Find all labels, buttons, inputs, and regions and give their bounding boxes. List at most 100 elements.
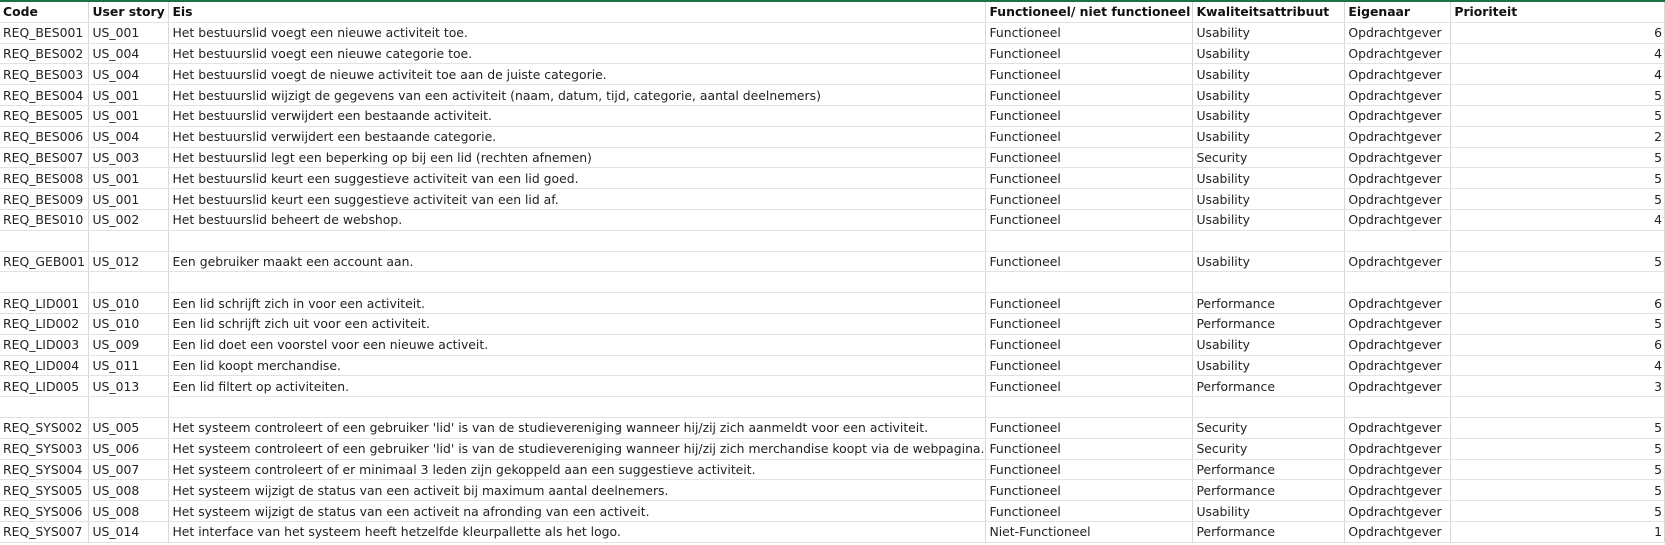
cell-eis[interactable]: Een lid schrijft zich uit voor een activ… bbox=[168, 313, 987, 335]
cell-kwaliteitsattribuut[interactable]: Performance bbox=[1192, 521, 1346, 543]
cell-user-story[interactable]: US_002 bbox=[88, 209, 170, 231]
cell-user-story[interactable]: US_010 bbox=[88, 292, 170, 314]
header-user-story[interactable]: User story bbox=[88, 2, 170, 23]
cell-eis[interactable]: Het systeem controleert of er minimaal 3… bbox=[168, 459, 987, 481]
cell-eis[interactable]: Een lid doet een voorstel voor een nieuw… bbox=[168, 334, 987, 356]
cell-functioneel[interactable]: Functioneel bbox=[985, 438, 1194, 460]
cell-functioneel[interactable]: Functioneel bbox=[985, 500, 1194, 522]
cell-user-story[interactable]: US_004 bbox=[88, 63, 170, 86]
cell-eis[interactable]: Een lid koopt merchandise. bbox=[168, 355, 987, 377]
cell-functioneel[interactable]: Functioneel bbox=[985, 292, 1194, 314]
cell-functioneel[interactable] bbox=[985, 230, 1194, 252]
cell-functioneel[interactable]: Functioneel bbox=[985, 417, 1194, 439]
cell-functioneel[interactable]: Functioneel bbox=[985, 105, 1194, 127]
cell-kwaliteitsattribuut[interactable]: Usability bbox=[1192, 126, 1346, 148]
cell-code[interactable]: REQ_SYS006 bbox=[0, 500, 90, 522]
cell-code[interactable]: REQ_BES008 bbox=[0, 167, 90, 190]
cell-code[interactable] bbox=[0, 396, 90, 418]
cell-user-story[interactable]: US_008 bbox=[88, 479, 170, 502]
cell-eigenaar[interactable]: Opdrachtgever bbox=[1344, 292, 1452, 314]
cell-eigenaar[interactable] bbox=[1344, 230, 1452, 252]
cell-prioriteit[interactable]: 4 bbox=[1450, 63, 1665, 86]
cell-functioneel[interactable]: Functioneel bbox=[985, 147, 1194, 169]
cell-user-story[interactable]: US_014 bbox=[88, 521, 170, 543]
cell-eigenaar[interactable]: Opdrachtgever bbox=[1344, 251, 1452, 273]
cell-kwaliteitsattribuut[interactable]: Usability bbox=[1192, 63, 1346, 86]
cell-eigenaar[interactable]: Opdrachtgever bbox=[1344, 521, 1452, 543]
cell-kwaliteitsattribuut[interactable]: Security bbox=[1192, 417, 1346, 439]
cell-kwaliteitsattribuut[interactable]: Performance bbox=[1192, 375, 1346, 398]
cell-eigenaar[interactable]: Opdrachtgever bbox=[1344, 22, 1452, 44]
cell-eigenaar[interactable]: Opdrachtgever bbox=[1344, 375, 1452, 398]
cell-functioneel[interactable]: Functioneel bbox=[985, 479, 1194, 502]
cell-eis[interactable]: Het bestuurslid legt een beperking op bi… bbox=[168, 147, 987, 169]
cell-code[interactable] bbox=[0, 230, 90, 252]
cell-user-story[interactable]: US_007 bbox=[88, 459, 170, 481]
cell-kwaliteitsattribuut[interactable]: Usability bbox=[1192, 105, 1346, 127]
cell-user-story[interactable]: US_012 bbox=[88, 251, 170, 273]
cell-eis[interactable]: Het bestuurslid verwijdert een bestaande… bbox=[168, 105, 987, 127]
cell-functioneel[interactable]: Functioneel bbox=[985, 334, 1194, 356]
cell-functioneel[interactable]: Functioneel bbox=[985, 63, 1194, 86]
cell-code[interactable]: REQ_BES003 bbox=[0, 63, 90, 86]
cell-functioneel[interactable] bbox=[985, 271, 1194, 294]
cell-functioneel[interactable]: Functioneel bbox=[985, 209, 1194, 231]
cell-kwaliteitsattribuut[interactable] bbox=[1192, 230, 1346, 252]
cell-user-story[interactable]: US_011 bbox=[88, 355, 170, 377]
cell-user-story[interactable]: US_001 bbox=[88, 188, 170, 210]
cell-eigenaar[interactable]: Opdrachtgever bbox=[1344, 459, 1452, 481]
cell-eis[interactable]: Het systeem controleert of een gebruiker… bbox=[168, 438, 987, 460]
cell-functioneel[interactable]: Functioneel bbox=[985, 188, 1194, 210]
cell-kwaliteitsattribuut[interactable] bbox=[1192, 396, 1346, 418]
cell-code[interactable]: REQ_SYS005 bbox=[0, 479, 90, 502]
cell-eigenaar[interactable] bbox=[1344, 396, 1452, 418]
cell-eigenaar[interactable]: Opdrachtgever bbox=[1344, 209, 1452, 231]
cell-user-story[interactable]: US_001 bbox=[88, 105, 170, 127]
cell-prioriteit[interactable]: 5 bbox=[1450, 167, 1665, 190]
cell-eis[interactable]: Het systeem wijzigt de status van een ac… bbox=[168, 479, 987, 502]
cell-prioriteit[interactable] bbox=[1450, 230, 1665, 252]
cell-code[interactable]: REQ_BES002 bbox=[0, 43, 90, 65]
cell-eis[interactable]: Het bestuurslid voegt een nieuwe categor… bbox=[168, 43, 987, 65]
cell-code[interactable]: REQ_LID001 bbox=[0, 292, 90, 314]
cell-eigenaar[interactable]: Opdrachtgever bbox=[1344, 188, 1452, 210]
cell-eigenaar[interactable]: Opdrachtgever bbox=[1344, 126, 1452, 148]
cell-code[interactable] bbox=[0, 271, 90, 294]
cell-code[interactable]: REQ_GEB001 bbox=[0, 251, 90, 273]
header-eis[interactable]: Eis bbox=[168, 2, 987, 23]
cell-code[interactable]: REQ_BES010 bbox=[0, 209, 90, 231]
cell-prioriteit[interactable]: 2 bbox=[1450, 126, 1665, 148]
cell-user-story[interactable]: US_008 bbox=[88, 500, 170, 522]
cell-eigenaar[interactable]: Opdrachtgever bbox=[1344, 500, 1452, 522]
cell-user-story[interactable]: US_013 bbox=[88, 375, 170, 398]
cell-kwaliteitsattribuut[interactable]: Performance bbox=[1192, 479, 1346, 502]
cell-prioriteit[interactable]: 4 bbox=[1450, 355, 1665, 377]
header-functioneel[interactable]: Functioneel/ niet functioneel bbox=[985, 2, 1194, 23]
cell-eis[interactable]: Het bestuurslid keurt een suggestieve ac… bbox=[168, 188, 987, 210]
cell-eigenaar[interactable]: Opdrachtgever bbox=[1344, 438, 1452, 460]
cell-kwaliteitsattribuut[interactable]: Usability bbox=[1192, 167, 1346, 190]
cell-user-story[interactable]: US_006 bbox=[88, 438, 170, 460]
cell-prioriteit[interactable]: 6 bbox=[1450, 292, 1665, 314]
cell-kwaliteitsattribuut[interactable]: Security bbox=[1192, 438, 1346, 460]
cell-eis[interactable]: Het systeem controleert of een gebruiker… bbox=[168, 417, 987, 439]
cell-kwaliteitsattribuut[interactable]: Performance bbox=[1192, 313, 1346, 335]
cell-eigenaar[interactable]: Opdrachtgever bbox=[1344, 105, 1452, 127]
cell-prioriteit[interactable]: 5 bbox=[1450, 500, 1665, 522]
cell-prioriteit[interactable]: 6 bbox=[1450, 334, 1665, 356]
cell-code[interactable]: REQ_LID005 bbox=[0, 375, 90, 398]
cell-kwaliteitsattribuut[interactable]: Usability bbox=[1192, 334, 1346, 356]
cell-code[interactable]: REQ_BES009 bbox=[0, 188, 90, 210]
cell-prioriteit[interactable]: 5 bbox=[1450, 459, 1665, 481]
cell-code[interactable]: REQ_BES005 bbox=[0, 105, 90, 127]
cell-functioneel[interactable]: Functioneel bbox=[985, 22, 1194, 44]
cell-kwaliteitsattribuut[interactable]: Usability bbox=[1192, 188, 1346, 210]
cell-functioneel[interactable]: Functioneel bbox=[985, 84, 1194, 106]
cell-prioriteit[interactable]: 5 bbox=[1450, 438, 1665, 460]
cell-eis[interactable]: Een gebruiker maakt een account aan. bbox=[168, 251, 987, 273]
cell-user-story[interactable]: US_005 bbox=[88, 417, 170, 439]
cell-functioneel[interactable]: Functioneel bbox=[985, 167, 1194, 190]
cell-kwaliteitsattribuut[interactable]: Performance bbox=[1192, 459, 1346, 481]
cell-prioriteit[interactable]: 5 bbox=[1450, 479, 1665, 502]
cell-eigenaar[interactable]: Opdrachtgever bbox=[1344, 43, 1452, 65]
